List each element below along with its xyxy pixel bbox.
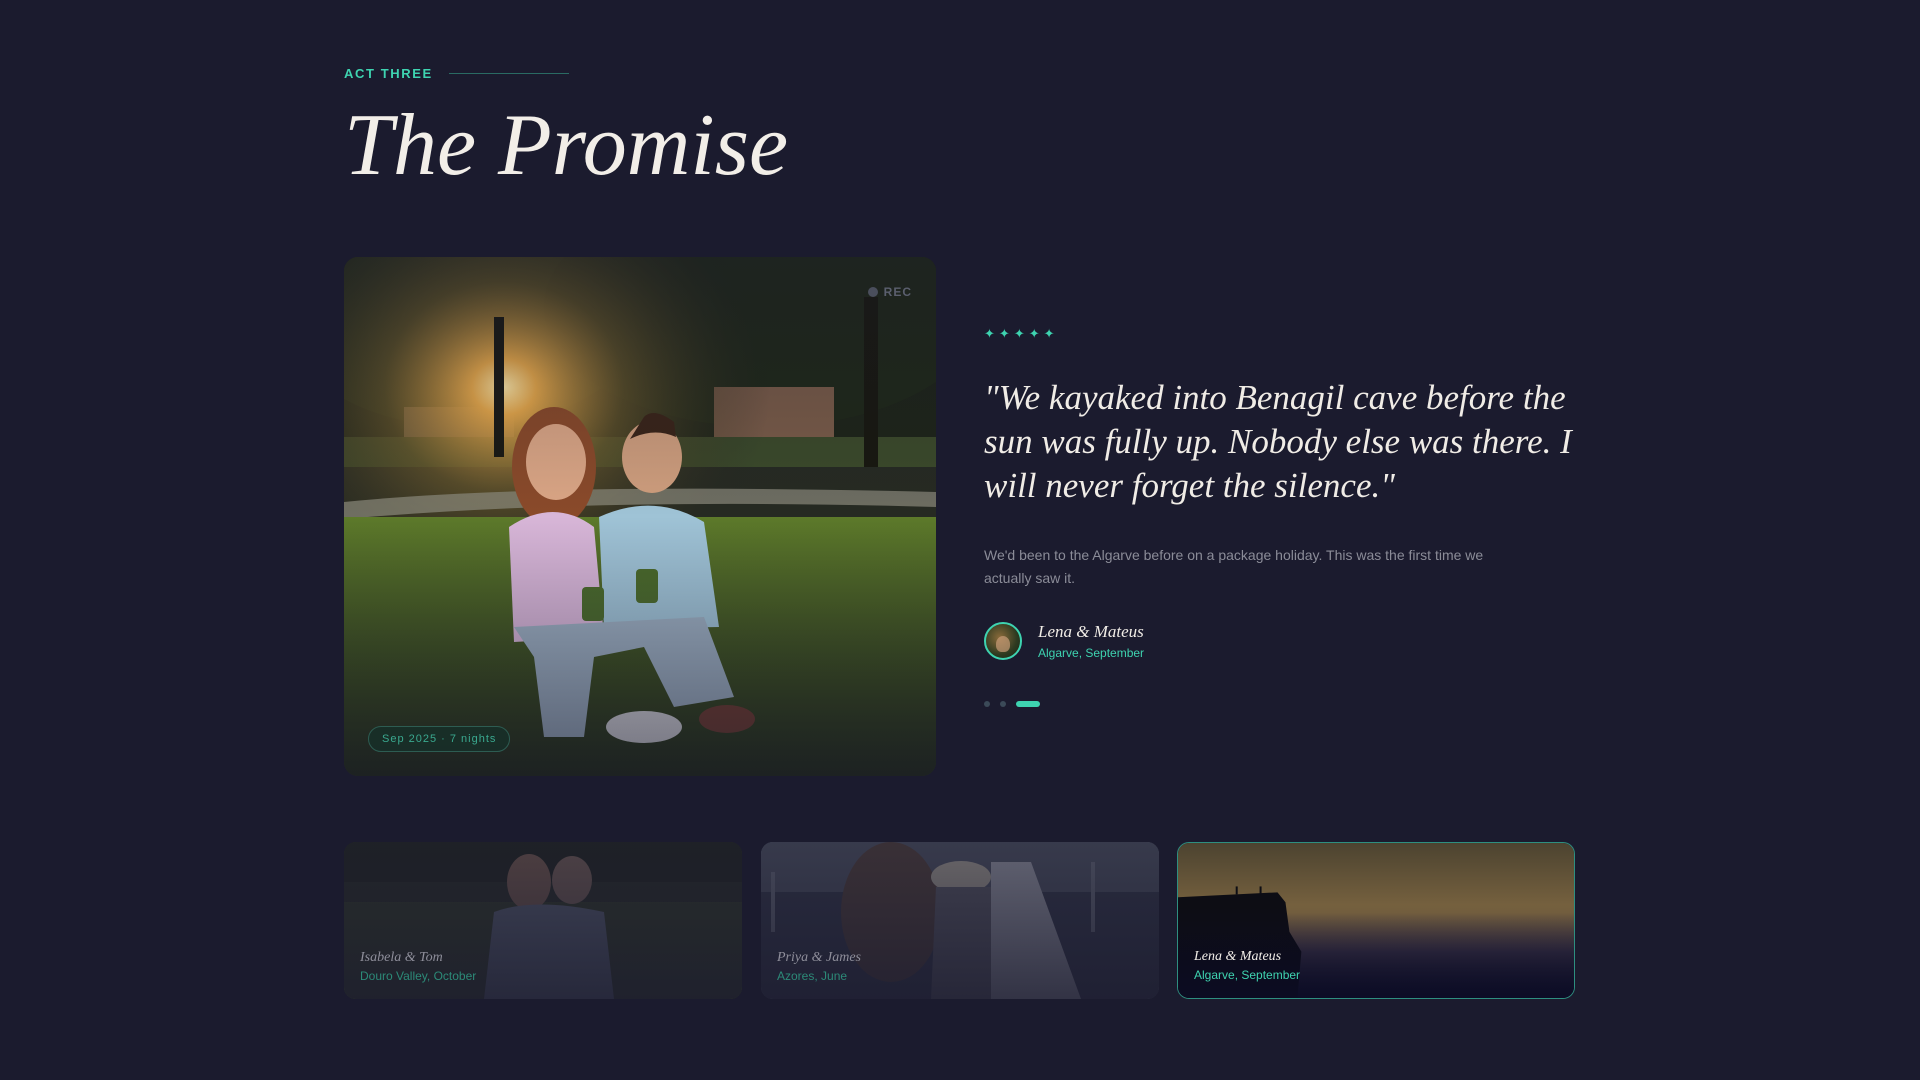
thumbnail-location: Douro Valley, October <box>360 969 477 983</box>
star-icon: ✦ <box>998 326 1010 341</box>
rec-label: REC <box>883 285 912 299</box>
story-thumbnail-1[interactable]: Isabela & Tom Douro Valley, October <box>344 842 742 999</box>
pagination-dot-3-active[interactable] <box>1016 701 1040 707</box>
trip-date-badge: Sep 2025 · 7 nights <box>368 726 511 752</box>
testimonial-author: Lena & Mateus Algarve, September <box>984 622 1144 660</box>
eyebrow-divider <box>448 73 569 74</box>
page-title: The Promise <box>344 97 789 194</box>
testimonial-quote: "We kayaked into Benagil cave before the… <box>984 378 1572 505</box>
star-icon: ✦ <box>984 326 995 341</box>
section-eyebrow: ACT THREE <box>344 66 569 81</box>
testimonial-body: We'd been to the Algarve before on a pac… <box>984 547 1484 586</box>
thumbnail-title: Priya & James <box>777 950 861 965</box>
author-location: Algarve, September <box>1038 646 1145 660</box>
author-info: Lena & Mateus Algarve, September <box>1038 622 1144 660</box>
thumbnail-location: Algarve, September <box>1194 968 1301 982</box>
couple-photo-illustration <box>344 257 936 776</box>
star-icon: ✦ <box>1028 326 1040 341</box>
star-icon: ✦ <box>1013 326 1025 341</box>
rec-indicator: REC <box>867 285 912 299</box>
thumbnail-title: Isabela & Tom <box>360 950 443 965</box>
thumbnail-caption: Lena & Mateus Algarve, September <box>1194 949 1300 982</box>
story-thumbnail-2[interactable]: Priya & James Azores, June <box>761 842 1159 999</box>
carousel-pagination <box>984 701 1040 707</box>
eyebrow-label: ACT THREE <box>344 66 433 81</box>
story-thumbnail-3-active[interactable]: Lena & Mateus Algarve, September <box>1177 842 1575 999</box>
star-icon: ✦ <box>1043 326 1055 341</box>
pagination-dot-2[interactable] <box>1000 701 1006 707</box>
thumbnail-caption: Priya & James Azores, June <box>777 950 861 983</box>
pagination-dot-1[interactable] <box>984 701 990 707</box>
author-name: Lena & Mateus <box>1038 622 1144 641</box>
thumbnail-location: Azores, June <box>777 969 848 983</box>
thumbnail-caption: Isabela & Tom Douro Valley, October <box>360 950 476 983</box>
avatar <box>984 622 1022 660</box>
rating-stars: ✦ ✦ ✦ ✦ ✦ <box>984 326 1055 342</box>
thumbnail-title: Lena & Mateus <box>1194 949 1282 964</box>
rec-dot-icon <box>867 287 878 297</box>
featured-photo: REC Sep 2025 · 7 nights <box>344 257 936 776</box>
